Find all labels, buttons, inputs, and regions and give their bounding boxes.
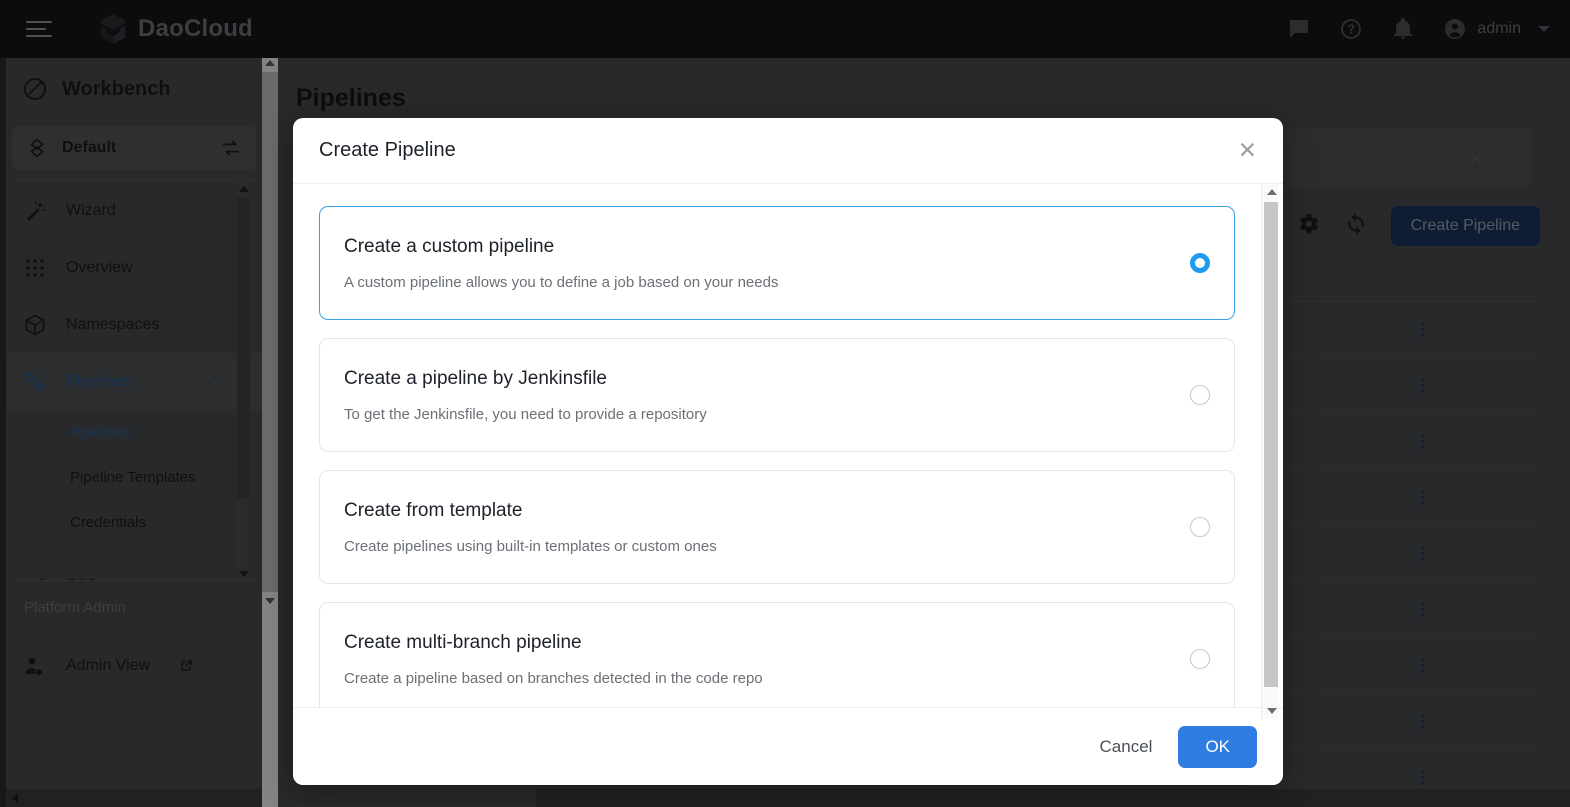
option-description: A custom pipeline allows you to define a…: [344, 273, 779, 291]
app-root: DaoCloud admin Workbench Default Wizard …: [0, 0, 1570, 807]
dialog-header: Create Pipeline ✕: [293, 118, 1283, 184]
scrollbar-thumb[interactable]: [1264, 202, 1278, 687]
pipeline-type-option[interactable]: Create a pipeline by Jenkinsfile To get t…: [319, 338, 1235, 452]
option-description: Create a pipeline based on branches dete…: [344, 669, 763, 687]
option-title: Create a custom pipeline: [344, 235, 555, 257]
option-title: Create from template: [344, 499, 523, 521]
radio-button[interactable]: [1190, 649, 1210, 669]
option-title: Create a pipeline by Jenkinsfile: [344, 367, 607, 389]
cancel-button[interactable]: Cancel: [1100, 737, 1153, 757]
create-pipeline-dialog: Create Pipeline ✕ Create a custom pipeli…: [293, 118, 1283, 785]
dialog-body: Create a custom pipeline A custom pipelin…: [293, 184, 1283, 707]
dialog-scrollbar[interactable]: [1261, 184, 1279, 719]
scroll-down-arrow[interactable]: [1267, 708, 1277, 714]
close-icon[interactable]: ✕: [1238, 139, 1257, 162]
radio-button[interactable]: [1190, 385, 1210, 405]
radio-button[interactable]: [1190, 253, 1210, 273]
scroll-up-arrow[interactable]: [1267, 189, 1277, 195]
option-texts: Create from template Create pipelines usi…: [344, 500, 1190, 555]
ok-button[interactable]: OK: [1178, 725, 1257, 768]
radio-button[interactable]: [1190, 517, 1210, 537]
dialog-title: Create Pipeline: [319, 139, 456, 161]
pipeline-type-option[interactable]: Create multi-branch pipeline Create a pip…: [319, 602, 1235, 707]
option-description: To get the Jenkinsfile, you need to prov…: [344, 405, 707, 423]
dialog-footer: Cancel OK: [293, 707, 1283, 785]
option-texts: Create multi-branch pipeline Create a pip…: [344, 632, 1190, 687]
option-description: Create pipelines using built-in template…: [344, 537, 717, 555]
option-texts: Create a custom pipeline A custom pipelin…: [344, 236, 1190, 291]
option-title: Create multi-branch pipeline: [344, 631, 582, 653]
pipeline-type-options: Create a custom pipeline A custom pipelin…: [319, 206, 1235, 707]
pipeline-type-option[interactable]: Create a custom pipeline A custom pipelin…: [319, 206, 1235, 320]
option-texts: Create a pipeline by Jenkinsfile To get t…: [344, 368, 1190, 423]
pipeline-type-option[interactable]: Create from template Create pipelines usi…: [319, 470, 1235, 584]
